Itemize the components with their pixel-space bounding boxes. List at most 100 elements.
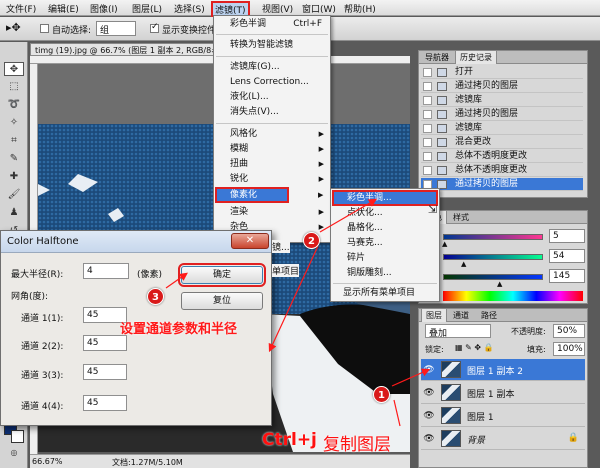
menu-image[interactable]: 图像(I) <box>90 2 118 15</box>
menu-item-fragment[interactable]: 碎片 <box>331 251 439 265</box>
move-tool-icon[interactable]: ✥ <box>4 62 24 76</box>
close-button[interactable]: ✕ <box>231 233 269 249</box>
slider-thumb[interactable]: ▲ <box>461 260 466 268</box>
channel-3-input[interactable]: 45 <box>83 364 127 380</box>
menu-help[interactable]: 帮助(H) <box>344 2 376 15</box>
history-row[interactable]: 混合更改 <box>421 136 583 149</box>
layer-row-current[interactable]: 👁 图层 1 副本 2 <box>421 359 585 381</box>
menu-item-distort[interactable]: 扭曲 ▶ <box>214 157 330 171</box>
menu-item-last-filter[interactable]: 彩色半调 Ctrl+F <box>214 17 330 31</box>
menu-item-render[interactable]: 渲染 ▶ <box>214 205 330 219</box>
history-row[interactable]: 滤镜库 <box>421 94 583 107</box>
tab-history[interactable]: 历史记录 <box>455 51 497 64</box>
history-snapshot-box[interactable] <box>423 110 432 119</box>
history-row[interactable]: 通过拷贝的图层 <box>421 80 583 93</box>
menu-item-pixelate[interactable]: 像素化 <box>215 187 289 203</box>
zoom-level[interactable]: 66.67% <box>32 457 63 466</box>
slider-track[interactable] <box>443 254 543 260</box>
history-snapshot-box[interactable] <box>423 124 432 133</box>
auto-select-dropdown[interactable]: 组 <box>96 21 136 36</box>
menu-item-vanishing-point[interactable]: 消失点(V)... <box>214 105 330 119</box>
menu-item-pointillize[interactable]: 点状化... <box>331 206 439 220</box>
tab-layers[interactable]: 图层 <box>421 309 447 322</box>
tab-channels[interactable]: 通道 <box>449 309 473 322</box>
menu-item-mosaic[interactable]: 马赛克... <box>331 236 439 250</box>
menu-select[interactable]: 选择(S) <box>174 2 205 15</box>
magic-wand-tool-icon[interactable]: ✧ <box>4 116 24 130</box>
history-snapshot-box[interactable] <box>423 166 432 175</box>
brush-tool-icon[interactable]: 🖌 <box>4 188 24 202</box>
layer-row[interactable]: 👁 图层 1 <box>421 405 585 427</box>
menu-layer[interactable]: 图层(L) <box>132 2 162 15</box>
history-row[interactable]: 总体不透明度更改 <box>421 164 583 177</box>
color-slider-g[interactable]: G ▲ 54 <box>425 249 585 269</box>
layer-row[interactable]: 👁 背景 🔒 <box>421 428 585 450</box>
menu-item-lens-correction[interactable]: Lens Correction... <box>214 75 330 89</box>
reset-button[interactable]: 复位 <box>181 292 263 310</box>
color-slider-b[interactable]: B ▲ 145 <box>425 269 585 289</box>
channel-4-input[interactable]: 45 <box>83 395 127 411</box>
move-tool-icon[interactable]: ▸✥ <box>6 21 21 34</box>
color-spectrum[interactable] <box>443 291 583 301</box>
healing-brush-tool-icon[interactable]: ✚ <box>4 170 24 184</box>
eye-icon[interactable]: 👁 <box>423 387 435 399</box>
background-color-swatch[interactable] <box>11 430 24 443</box>
slider-track[interactable] <box>443 274 543 280</box>
marquee-tool-icon[interactable]: ⬚ <box>4 80 24 94</box>
menu-item-mezzotint[interactable]: 铜版雕刻... <box>331 266 439 280</box>
slider-track[interactable] <box>443 234 543 240</box>
eye-icon[interactable]: 👁 <box>423 433 435 445</box>
menu-item-color-halftone[interactable]: 彩色半调... <box>332 190 438 206</box>
crop-tool-icon[interactable]: ⌗ <box>4 134 24 148</box>
menu-item-filter-gallery[interactable]: 滤镜库(G)... <box>214 60 330 74</box>
lasso-tool-icon[interactable]: ➰ <box>4 98 24 112</box>
color-slider-r[interactable]: R ▲ 5 <box>425 229 585 249</box>
eye-icon[interactable]: 👁 <box>423 364 435 376</box>
history-snapshot-box[interactable] <box>423 152 432 161</box>
eyedropper-tool-icon[interactable]: ✎ <box>4 152 24 166</box>
opacity-input[interactable]: 50% <box>553 324 585 338</box>
menu-item-sharpen[interactable]: 锐化 ▶ <box>214 172 330 186</box>
clone-stamp-tool-icon[interactable]: ♟ <box>4 206 24 220</box>
menu-item-smart-filter[interactable]: 转换为智能滤镜 <box>214 38 330 52</box>
menu-file[interactable]: 文件(F) <box>6 2 36 15</box>
history-snapshot-box[interactable] <box>423 96 432 105</box>
slider-thumb[interactable]: ▲ <box>497 280 502 288</box>
ok-button[interactable]: 确定 <box>178 263 266 287</box>
color-value-b[interactable]: 145 <box>549 269 585 283</box>
layer-row[interactable]: 👁 图层 1 副本 <box>421 382 585 404</box>
menu-item-liquify[interactable]: 液化(L)... <box>214 90 330 104</box>
channel-2-label: 通道 2(2): <box>21 342 64 352</box>
tab-paths[interactable]: 路径 <box>477 309 501 322</box>
menu-item-crystallize[interactable]: 晶格化... <box>331 221 439 235</box>
color-value-g[interactable]: 54 <box>549 249 585 263</box>
quick-mask-icon[interactable]: ◎ <box>4 446 24 460</box>
history-row-current[interactable]: 通过拷贝的图层 <box>421 178 583 191</box>
tab-styles[interactable]: 样式 <box>449 211 473 224</box>
blend-mode-dropdown[interactable]: 叠加 <box>425 324 491 339</box>
history-row[interactable]: 总体不透明度更改 <box>421 150 583 163</box>
fill-input[interactable]: 100% <box>553 342 585 356</box>
menu-item-blur[interactable]: 模糊 ▶ <box>214 142 330 156</box>
menu-window[interactable]: 窗口(W) <box>302 2 336 15</box>
history-row[interactable]: 打开 <box>421 66 583 79</box>
history-snapshot-box[interactable] <box>423 68 432 77</box>
tab-navigator[interactable]: 导航器 <box>421 51 453 64</box>
max-radius-input[interactable]: 4 <box>83 263 129 279</box>
eye-icon[interactable]: 👁 <box>423 410 435 422</box>
history-row[interactable]: 滤镜库 <box>421 122 583 135</box>
menu-view[interactable]: 视图(V) <box>262 2 293 15</box>
show-transform-checkbox[interactable] <box>150 22 159 33</box>
menu-item-stylize[interactable]: 风格化 ▶ <box>214 127 330 141</box>
slider-thumb[interactable]: ▲ <box>442 240 447 248</box>
history-snapshot-box[interactable] <box>423 138 432 147</box>
lock-icons[interactable]: ▦ ✎ ✥ 🔒 <box>455 343 494 352</box>
channel-2-input[interactable]: 45 <box>83 335 127 351</box>
color-value-r[interactable]: 5 <box>549 229 585 243</box>
menu-item-show-all[interactable]: 显示所有菜单项目 <box>331 286 439 300</box>
menu-edit[interactable]: 编辑(E) <box>48 2 79 15</box>
history-snapshot-box[interactable] <box>423 82 432 91</box>
auto-select-checkbox[interactable] <box>40 24 49 33</box>
history-row[interactable]: 通过拷贝的图层 <box>421 108 583 121</box>
document-tab[interactable]: timg (19).jpg @ 66.7% (图层 1 副本 2, RGB/8#… <box>30 43 220 56</box>
